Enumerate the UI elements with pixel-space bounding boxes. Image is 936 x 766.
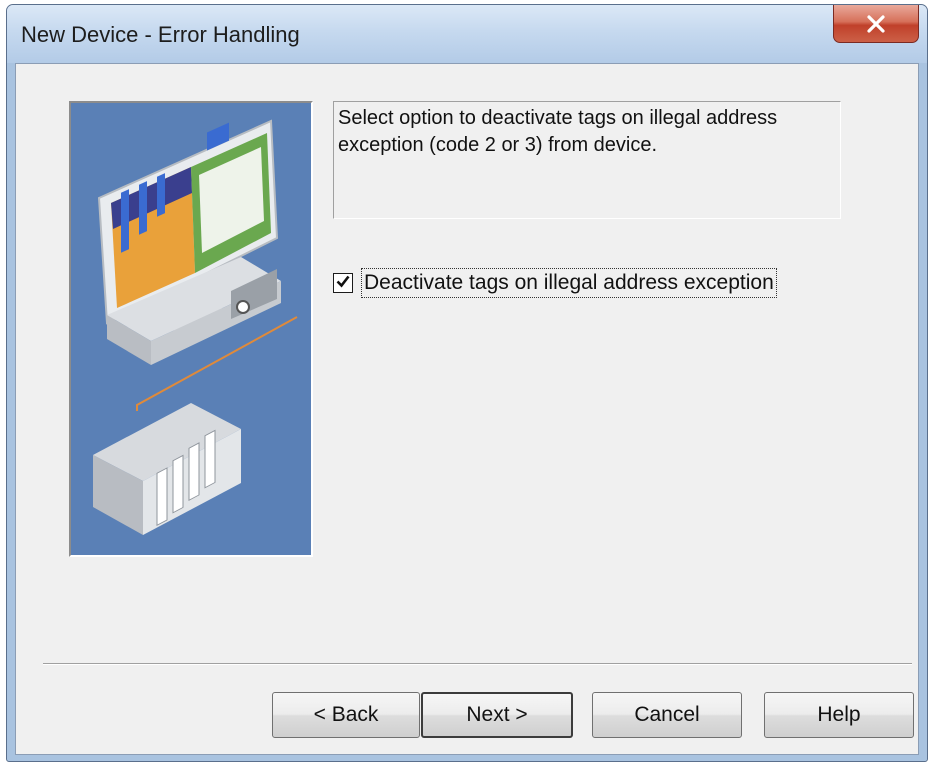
dialog-window: New Device - Error Handling Select optio…: [6, 4, 928, 762]
description-line-2: exception (code 2 or 3) from device.: [338, 134, 658, 156]
deactivate-tags-label[interactable]: Deactivate tags on illegal address excep…: [361, 268, 777, 298]
deactivate-tags-checkbox[interactable]: [333, 273, 353, 293]
help-button[interactable]: Help: [764, 692, 914, 738]
title-bar[interactable]: New Device - Error Handling: [7, 5, 927, 63]
close-x-icon: [865, 14, 887, 33]
cancel-button[interactable]: Cancel: [592, 692, 742, 738]
deactivate-tags-option[interactable]: Deactivate tags on illegal address excep…: [333, 268, 777, 298]
window-title: New Device - Error Handling: [21, 22, 300, 47]
checkmark-icon: [335, 273, 351, 294]
close-button[interactable]: [833, 5, 919, 43]
computer-and-plc-illustration: [69, 101, 313, 557]
button-divider: [43, 663, 912, 665]
dialog-client-area: Select option to deactivate tags on ille…: [15, 63, 919, 755]
description-box: Select option to deactivate tags on ille…: [333, 101, 841, 219]
next-button[interactable]: Next >: [421, 692, 573, 738]
description-line-1: Select option to deactivate tags on ille…: [338, 107, 778, 129]
back-button[interactable]: < Back: [272, 692, 420, 738]
